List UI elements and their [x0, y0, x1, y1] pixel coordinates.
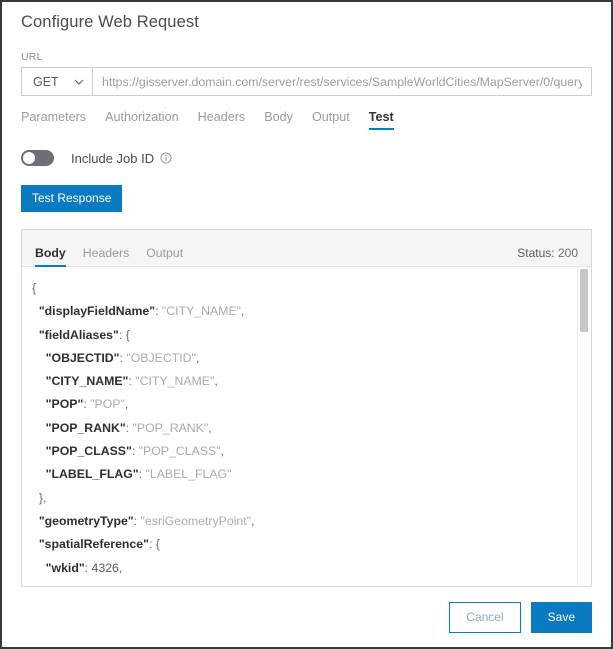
- json-token: "OBJECTID": [45, 350, 120, 365]
- json-line: "POP_RANK": "POP_RANK",: [32, 417, 578, 440]
- json-token: 4326: [91, 560, 119, 575]
- save-button[interactable]: Save: [530, 602, 592, 633]
- json-token: "CITY_NAME": [161, 304, 242, 319]
- dialog-content: Configure Web Request URL GET Parameters…: [2, 2, 611, 647]
- include-job-id-label: Include Job ID: [71, 150, 155, 166]
- json-token: :: [155, 304, 162, 319]
- http-method-value: GET: [33, 74, 59, 89]
- response-tab-headers[interactable]: Headers: [83, 246, 129, 266]
- json-line: "OBJECTID": "OBJECTID",: [32, 347, 578, 370]
- json-line: "LABEL_FLAG": "LABEL_FLAG": [32, 463, 578, 486]
- json-token: ,: [118, 560, 123, 575]
- url-label: URL: [21, 51, 43, 63]
- json-token: "POP": [45, 397, 84, 412]
- json-token: "CITY_NAME": [135, 374, 215, 389]
- request-tab-bar: Parameters Authorization Headers Body Ou…: [21, 110, 592, 130]
- scrollbar-track[interactable]: [577, 268, 590, 585]
- json-token: :: [119, 584, 126, 586]
- json-token: "POP_CLASS": [138, 444, 221, 459]
- toggle-knob: [23, 152, 35, 164]
- status-code: 200: [557, 246, 578, 260]
- json-token: "latestWkid": [46, 584, 119, 586]
- json-token: ,: [214, 374, 218, 389]
- json-line: "CITY_NAME": "CITY_NAME",: [32, 370, 578, 393]
- response-body-area: { "displayFieldName": "CITY_NAME", "fiel…: [22, 267, 591, 586]
- url-row: GET: [21, 67, 592, 96]
- response-tabs: Body Headers Output: [35, 246, 183, 267]
- json-token: 4326: [126, 584, 153, 586]
- json-token: ,: [241, 304, 245, 319]
- scrollbar-thumb[interactable]: [580, 269, 588, 332]
- json-token: "POP_RANK": [45, 420, 126, 435]
- json-line: "POP_CLASS": "POP_CLASS",: [32, 440, 578, 463]
- tab-test[interactable]: Test: [368, 110, 394, 130]
- json-token: ,: [220, 444, 224, 459]
- tab-body[interactable]: Body: [264, 110, 293, 130]
- json-line: "fieldAliases": {: [32, 324, 578, 347]
- response-tab-bar: Body Headers Output Status: 200: [22, 230, 591, 267]
- json-token: "displayFieldName": [38, 304, 156, 319]
- json-line: "latestWkid": 4326: [32, 580, 578, 586]
- tab-parameters[interactable]: Parameters: [21, 110, 86, 130]
- json-token: "OBJECTID": [126, 350, 196, 365]
- json-token: "wkid": [45, 560, 85, 575]
- json-token: "geometryType": [38, 513, 134, 528]
- status-badge: Status: 200: [517, 246, 578, 266]
- json-line: "spatialReference": {: [32, 533, 578, 556]
- json-token: "fieldAliases": [38, 327, 119, 342]
- tab-output[interactable]: Output: [312, 110, 350, 130]
- dialog-footer: Cancel Save: [21, 602, 592, 633]
- json-token: :: [131, 444, 139, 459]
- json-token: "spatialReference": [38, 537, 149, 552]
- json-line: "POP": "POP",: [32, 393, 578, 416]
- include-job-id-toggle[interactable]: [21, 150, 54, 166]
- configure-web-request-dialog: Configure Web Request URL GET Parameters…: [0, 0, 613, 649]
- json-token: ,: [195, 350, 200, 365]
- cancel-button[interactable]: Cancel: [449, 602, 521, 633]
- json-token: ,: [251, 513, 255, 528]
- tab-headers[interactable]: Headers: [198, 110, 246, 130]
- json-token: "POP_RANK": [132, 420, 209, 435]
- json-line: "wkid": 4326,: [32, 557, 578, 580]
- json-token: "LABEL_FLAG": [145, 467, 232, 482]
- include-job-id-row: Include Job ID: [21, 150, 592, 166]
- json-token: {: [32, 281, 37, 295]
- json-token: :: [84, 560, 92, 575]
- http-method-select[interactable]: GET: [21, 67, 93, 96]
- response-tab-body[interactable]: Body: [35, 246, 66, 267]
- json-line: "displayFieldName": "CITY_NAME",: [32, 300, 578, 323]
- json-token: :: [133, 513, 141, 528]
- json-token: :: [125, 420, 133, 435]
- json-response-view: { "displayFieldName": "CITY_NAME", "fiel…: [22, 267, 578, 586]
- url-input[interactable]: [93, 67, 592, 96]
- json-token: "CITY_NAME": [45, 374, 129, 389]
- json-token: : {: [118, 327, 130, 342]
- json-token: : {: [148, 537, 160, 552]
- response-tab-output[interactable]: Output: [146, 246, 183, 266]
- json-token: "POP_CLASS": [45, 444, 132, 459]
- json-token: "esriGeometryPoint": [140, 513, 252, 528]
- status-label: Status:: [517, 246, 555, 260]
- chevron-down-icon: [74, 77, 84, 86]
- json-token: ,: [124, 397, 129, 412]
- json-token: ,: [208, 420, 212, 435]
- json-line: {: [32, 277, 578, 300]
- json-line: },: [32, 487, 578, 510]
- json-token: "POP": [90, 397, 125, 412]
- json-token: },: [38, 490, 47, 505]
- page-title: Configure Web Request: [21, 13, 199, 31]
- tab-authorization[interactable]: Authorization: [105, 110, 179, 130]
- json-line: "geometryType": "esriGeometryPoint",: [32, 510, 578, 533]
- test-response-button[interactable]: Test Response: [21, 185, 123, 212]
- json-token: "LABEL_FLAG": [45, 467, 139, 482]
- response-panel: Body Headers Output Status: 200 { "displ…: [21, 229, 592, 587]
- info-circle-icon[interactable]: [160, 152, 172, 164]
